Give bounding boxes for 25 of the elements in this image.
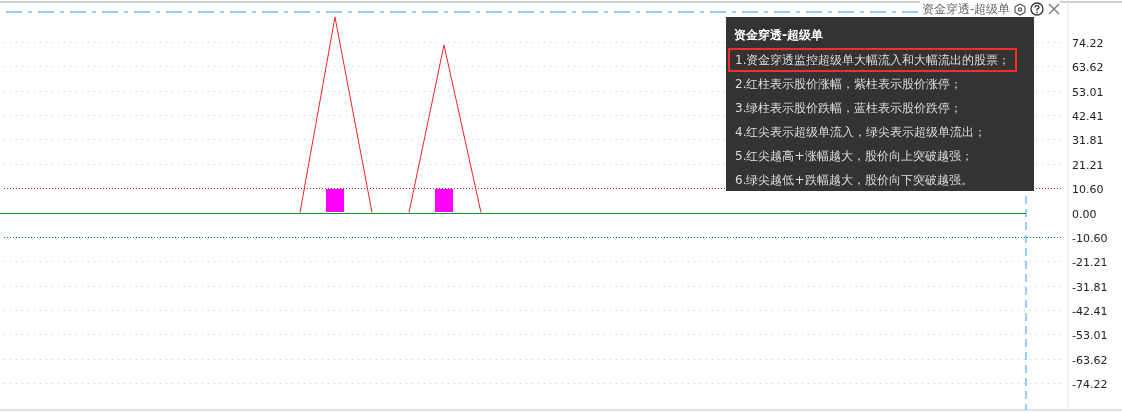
axis-label: -63.62 (1072, 353, 1108, 367)
axis-label: 31.81 (1072, 133, 1104, 147)
tooltip-line: 3.绿柱表示股价跌幅，蓝柱表示股价跌停； (734, 100, 964, 117)
close-icon[interactable] (1048, 3, 1061, 15)
axis-label: 74.22 (1072, 36, 1104, 50)
axis-label: -10.60 (1072, 231, 1108, 245)
axis-label: 0.00 (1072, 207, 1097, 221)
settings-icon[interactable] (1014, 2, 1027, 16)
axis-label: 21.21 (1072, 158, 1104, 172)
tooltip-line: 2.红柱表示股价涨幅，紫柱表示股价涨停； (734, 76, 964, 93)
axis-label: 63.62 (1072, 60, 1104, 74)
tooltip-title: 资金穿透-超级单 (734, 27, 824, 44)
axis-label: -31.81 (1072, 280, 1108, 294)
axis-label: -74.22 (1072, 377, 1108, 391)
axis-label: -21.21 (1072, 255, 1108, 269)
axis-label: 10.60 (1072, 182, 1104, 196)
indicator-title: 资金穿透-超级单 (922, 1, 1011, 17)
tooltip-line: 6.绿尖越低+跌幅越大，股价向下突破越强。 (734, 172, 974, 189)
axis-label: 53.01 (1072, 85, 1104, 99)
help-icon[interactable] (1030, 2, 1045, 16)
tooltip-line: 5.红尖越高+涨幅越大，股价向上突破越强； (734, 148, 974, 165)
tooltip-line: 4.红尖表示超级单流入，绿尖表示超级单流出； (734, 124, 988, 141)
axis-label: -53.01 (1072, 328, 1108, 342)
axis-label: -42.41 (1072, 304, 1108, 318)
axis-label: 42.41 (1072, 109, 1104, 123)
